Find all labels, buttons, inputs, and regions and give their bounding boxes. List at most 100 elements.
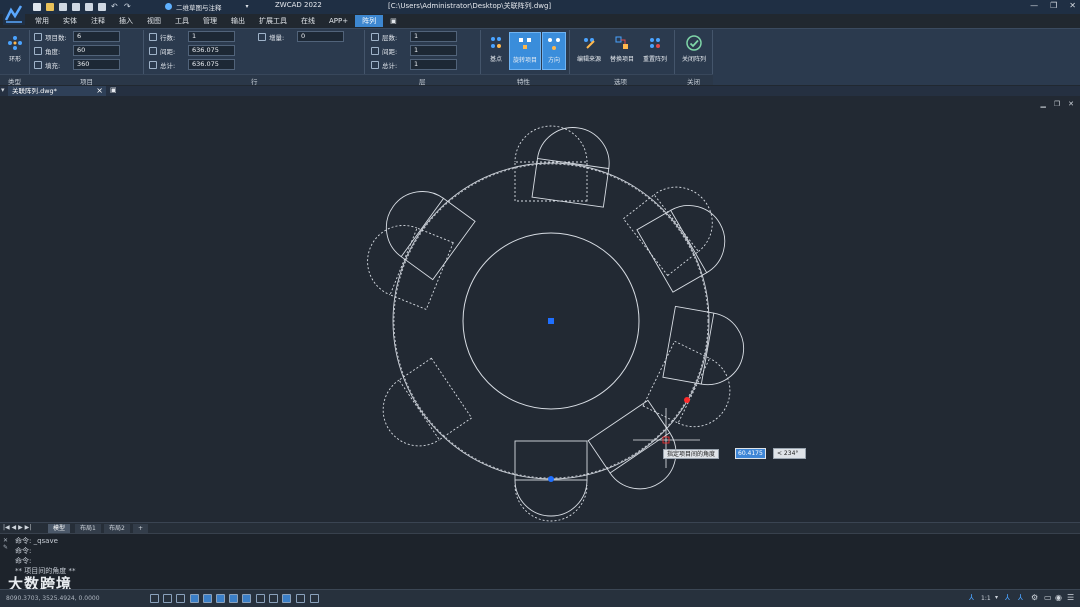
document-tab-label: 关联阵列.dwg* (12, 87, 57, 95)
drawing-canvas[interactable] (0, 96, 1080, 522)
direction-button[interactable]: 方向 (542, 32, 566, 70)
rows-count-row: 行数: 1 (149, 31, 235, 42)
close-array-button[interactable]: 关闭阵列 (677, 32, 711, 70)
panel-label-type: 类型 (8, 78, 21, 86)
selection-cycling-icon[interactable] (282, 594, 291, 603)
command-window-grip-icon[interactable]: ✕ ✎ (3, 537, 8, 551)
dynamic-input-toggle-icon[interactable] (242, 594, 251, 603)
replace-item-label: 替换项目 (609, 56, 634, 63)
new-file-icon[interactable] (33, 3, 41, 11)
dynamic-input-angle: < 234° (773, 448, 806, 459)
command-window[interactable]: ✕ ✎ 命令: _qsave 命令: 命令: ** 项目间的角度 ** (0, 533, 1080, 589)
items-fill-label: 填充: (45, 61, 61, 70)
tab-view[interactable]: 视图 (140, 15, 168, 27)
undo-icon[interactable]: ↶ (111, 3, 119, 11)
workspace-switch-icon[interactable]: ⚙ (1031, 593, 1038, 602)
print-icon[interactable] (85, 3, 93, 11)
document-tab[interactable]: 关联阵列.dwg* × (8, 86, 106, 96)
reset-array-button[interactable]: 重置阵列 (639, 32, 671, 70)
workspace-selector[interactable]: 二维草图与注释 ▾ (165, 1, 249, 12)
quick-properties-icon[interactable] (310, 594, 319, 603)
tab-layout-2[interactable]: 布局2 (104, 524, 130, 533)
first-layout-icon[interactable]: |◀ ◀ ▶ ▶| (3, 524, 31, 531)
center-grip[interactable] (548, 318, 554, 324)
lineweight-toggle-icon[interactable] (256, 594, 265, 603)
tab-manage[interactable]: 管理 (196, 15, 224, 27)
row-spacing-icon (149, 46, 157, 55)
tab-output[interactable]: 输出 (224, 15, 252, 27)
tab-extended-tools[interactable]: 扩展工具 (252, 15, 294, 27)
panel-label-rows: 行 (251, 78, 258, 86)
tab-menu-icon[interactable]: ▾ (1, 86, 5, 94)
items-fill-field[interactable]: 360 (73, 59, 120, 70)
transparency-toggle-icon[interactable] (269, 594, 278, 603)
levels-icon (371, 32, 379, 41)
tab-solid[interactable]: 实体 (56, 15, 84, 27)
ortho-toggle-icon[interactable] (176, 594, 185, 603)
auto-scale-icon[interactable]: ⅄ (1018, 593, 1023, 602)
add-layout-button[interactable]: + (133, 524, 149, 533)
levels-count-field[interactable]: 1 (410, 31, 457, 42)
tab-model[interactable]: 模型 (48, 524, 71, 533)
tab-layout-1[interactable]: 布局1 (75, 524, 101, 533)
ducs-toggle-icon[interactable] (229, 594, 238, 603)
open-folder-icon[interactable] (46, 3, 54, 11)
lock-icon[interactable]: ▭ (1044, 593, 1052, 602)
annotation-visibility-icon[interactable]: ⅄ (1005, 593, 1010, 602)
rows-spacing-field[interactable]: 636.075 (188, 45, 235, 56)
polar-array-icon (8, 36, 22, 50)
viewport-close-icon[interactable]: ✕ (1068, 100, 1074, 108)
close-button[interactable]: ✕ (1069, 1, 1076, 10)
rows-count-field[interactable]: 1 (188, 31, 235, 42)
hardware-acceleration-icon[interactable]: ◉ (1055, 593, 1062, 602)
base-grip[interactable] (548, 476, 554, 482)
viewport-restore-icon[interactable]: ❐ (1054, 100, 1060, 108)
base-point-button[interactable]: 基点 (483, 32, 509, 70)
tab-array[interactable]: 阵列 (355, 15, 384, 27)
scale-dropdown-icon[interactable]: ▾ (995, 594, 998, 601)
base-point-icon (491, 37, 501, 48)
osnap-toggle-icon[interactable] (203, 594, 212, 603)
tab-online[interactable]: 在线 (294, 15, 322, 27)
rows-increment-field[interactable]: 0 (297, 31, 344, 42)
tab-tools[interactable]: 工具 (168, 15, 196, 27)
grid-toggle-icon[interactable] (150, 594, 159, 603)
otrack-toggle-icon[interactable] (216, 594, 225, 603)
tab-home[interactable]: 常用 (28, 15, 56, 27)
rows-count-label: 行数: (160, 33, 176, 42)
tab-insert[interactable]: 插入 (112, 15, 140, 27)
save-icon[interactable] (59, 3, 67, 11)
viewport-minimize-icon[interactable]: ▁ (1040, 100, 1045, 108)
levels-spacing-field[interactable]: 1 (410, 45, 457, 56)
polar-toggle-icon[interactable] (190, 594, 199, 603)
new-tab-icon[interactable]: ▣ (110, 86, 117, 94)
redo-icon[interactable]: ↷ (124, 3, 132, 11)
annotation-scale-icon[interactable]: ⅄ (969, 593, 974, 602)
dynamic-input-prompt: 指定项目间的角度 (663, 449, 720, 459)
items-angle-field[interactable]: 60 (73, 45, 120, 56)
polar-array-type-button[interactable]: 环形 (3, 32, 27, 70)
customize-menu-icon[interactable]: ☰ (1067, 593, 1074, 602)
items-count-field[interactable]: 6 (73, 31, 120, 42)
dynamic-input-field[interactable]: 60.4175 (735, 448, 766, 459)
ribbon-toggle-icon[interactable]: ▣ (383, 15, 404, 27)
replace-item-button[interactable]: 替换项目 (606, 32, 638, 70)
window-controls: — ❐ ✕ (1030, 1, 1076, 10)
snap-toggle-icon[interactable] (163, 594, 172, 603)
close-tab-icon[interactable]: × (96, 86, 103, 96)
annotation-scale[interactable]: 1:1 (981, 595, 991, 602)
rotate-items-button[interactable]: 旋转项目 (509, 32, 541, 70)
zwcad-logo-icon[interactable] (3, 1, 25, 25)
plot-preview-icon[interactable] (98, 3, 106, 11)
rows-total-field[interactable]: 636.075 (188, 59, 235, 70)
tab-annotate[interactable]: 注释 (84, 15, 112, 27)
minimize-button[interactable]: — (1030, 1, 1038, 10)
maximize-button[interactable]: ❐ (1050, 1, 1057, 10)
angle-grip[interactable] (684, 397, 690, 403)
save-as-icon[interactable] (72, 3, 80, 11)
tab-app-plus[interactable]: APP+ (322, 15, 355, 27)
drawing-area[interactable] (0, 96, 1080, 522)
levels-total-field[interactable]: 1 (410, 59, 457, 70)
edit-source-button[interactable]: 编辑来源 (573, 32, 605, 70)
annotation-monitor-icon[interactable] (296, 594, 305, 603)
